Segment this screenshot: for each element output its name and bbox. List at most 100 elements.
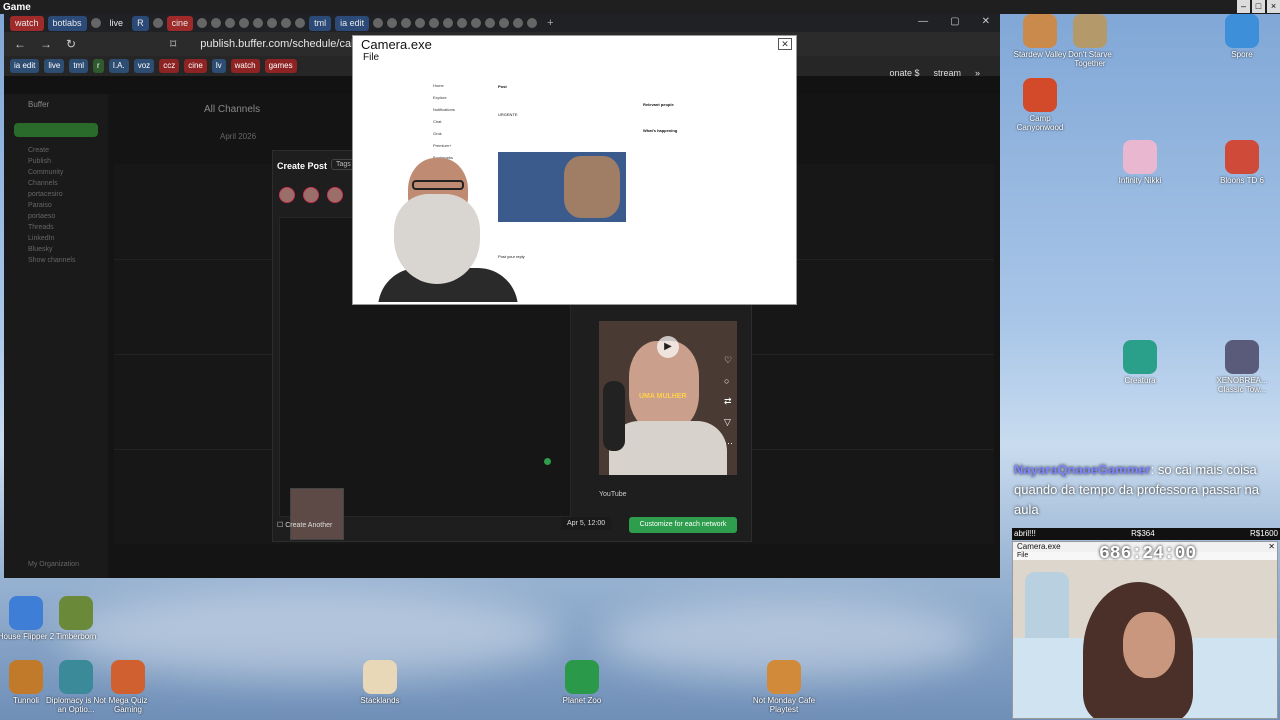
maximize-icon[interactable]: ▢	[950, 16, 959, 27]
desktop-icon[interactable]: Planet Zoo	[550, 660, 614, 705]
reload-icon[interactable]: ↻	[66, 37, 76, 51]
schedule-date-button[interactable]: Apr 5, 12:00	[561, 517, 612, 530]
tab-r[interactable]: R	[132, 15, 149, 31]
bookmark-games[interactable]: games	[264, 59, 297, 73]
close-icon[interactable]: ✕	[982, 16, 990, 27]
tab-icon[interactable]	[527, 18, 538, 28]
close-icon[interactable]: ×	[1267, 0, 1280, 13]
desktop-icon[interactable]: Spore	[1210, 14, 1274, 59]
create-another-checkbox[interactable]: ☐ Create Another	[277, 521, 332, 529]
organization-label[interactable]: My Organization	[4, 559, 103, 570]
tab-icon[interactable]	[429, 18, 440, 28]
bookmark-tml[interactable]: tml	[69, 59, 89, 73]
channel-avatar[interactable]	[303, 187, 319, 203]
channel-avatar[interactable]	[279, 187, 295, 203]
bookmark-r[interactable]: r	[93, 59, 104, 73]
minimize-icon[interactable]: –	[1237, 0, 1250, 13]
sidebar-item[interactable]: Bluesky	[4, 244, 108, 255]
tab-watch[interactable]: watch	[10, 15, 44, 31]
sidebar-item[interactable]: Show channels	[4, 255, 108, 266]
maximize-icon[interactable]: □	[1252, 0, 1265, 13]
sidebar-item[interactable]: Threads	[4, 222, 108, 233]
desktop-icon[interactable]: Don't Starve Together	[1058, 14, 1122, 68]
tab-icon[interactable]	[471, 18, 482, 28]
bookmark-cine[interactable]: cine	[184, 59, 207, 73]
brand-label: Buffer	[28, 100, 50, 109]
play-icon[interactable]: ▶	[657, 336, 679, 358]
tab-icon[interactable]	[457, 18, 468, 28]
sidebar-item[interactable]: Create	[4, 145, 108, 156]
tab-ia-edit[interactable]: ia edit	[335, 15, 370, 31]
new-tab-icon[interactable]: +	[547, 17, 553, 29]
tab-icon[interactable]	[152, 18, 163, 28]
action-rail: ♡ ○ ⇄ ▽ ⋯	[724, 355, 733, 449]
bookmark-ccz[interactable]: ccz	[159, 59, 180, 73]
desktop-icon[interactable]: Timberborn	[44, 596, 108, 641]
file-menu[interactable]: File	[353, 52, 796, 64]
desktop-icon[interactable]: Infinity Nikki	[1108, 140, 1172, 185]
back-icon[interactable]: ←	[14, 37, 26, 51]
app-icon	[1023, 78, 1057, 112]
desktop-icon[interactable]: Mega Quiz Gaming	[96, 660, 160, 714]
browser-window-controls: — ▢ ✕	[918, 16, 990, 27]
tab-icon[interactable]	[485, 18, 496, 28]
desktop-icon[interactable]: Not Monday Cafe Playtest	[752, 660, 816, 714]
tab-icon[interactable]	[401, 18, 412, 28]
close-icon[interactable]: ✕	[778, 38, 792, 50]
video-thumbnail[interactable]	[290, 488, 344, 540]
tab-icon[interactable]	[443, 18, 454, 28]
tab-icon[interactable]	[197, 18, 208, 28]
tab-botlabs[interactable]: botlabs	[47, 15, 87, 31]
bookmark-lv[interactable]: lv	[211, 59, 226, 73]
desktop-icon[interactable]: Camp Canyonwood	[1008, 78, 1072, 132]
window-controls[interactable]: – □ ×	[1235, 0, 1280, 13]
tab-tml[interactable]: tml	[309, 15, 332, 31]
channel-avatar[interactable]	[327, 187, 343, 203]
more-bookmarks-icon[interactable]: »	[975, 68, 980, 78]
tab-cine[interactable]: cine	[166, 15, 194, 31]
customize-button[interactable]: Customize for each network	[629, 517, 737, 533]
bookmark-icon[interactable]: ⌑	[170, 37, 176, 51]
close-icon[interactable]: ✕	[1268, 542, 1275, 551]
sidebar-item[interactable]: Publish	[4, 156, 108, 167]
tab-icon[interactable]	[90, 18, 101, 28]
video-preview[interactable]: ▶ UMA MULHER ♡ ○ ⇄ ▽ ⋯	[599, 321, 737, 475]
tab-icon[interactable]	[499, 18, 510, 28]
desktop-icon[interactable]: Bloons TD 6	[1210, 140, 1274, 185]
bookmark-voz[interactable]: voz	[133, 59, 155, 73]
forward-icon[interactable]: →	[40, 37, 52, 51]
tab-icon[interactable]	[253, 18, 264, 28]
tab-icon[interactable]	[415, 18, 426, 28]
tab-icon[interactable]	[211, 18, 222, 28]
bookmark-stream[interactable]: stream	[933, 68, 961, 78]
camera-feed: Home Explore Notifications Chat Grok Pre…	[358, 70, 792, 302]
new-post-button[interactable]	[14, 123, 98, 137]
tab-icon[interactable]	[387, 18, 398, 28]
tab-icon[interactable]	[281, 18, 292, 28]
desktop-icon-label: Planet Zoo	[562, 696, 602, 705]
sidebar-item[interactable]: Community	[4, 167, 108, 178]
desktop-icon[interactable]: Creatura	[1108, 340, 1172, 385]
tab-icon[interactable]	[513, 18, 524, 28]
desktop-icon[interactable]: XENOBREA... Classic Tow...	[1210, 340, 1274, 394]
sidebar-item[interactable]: Paraiso	[4, 200, 108, 211]
tab-icon[interactable]	[267, 18, 278, 28]
tab-icon[interactable]	[295, 18, 306, 28]
minimize-icon[interactable]: —	[918, 16, 928, 27]
app-icon	[1123, 340, 1157, 374]
sidebar-item[interactable]: LinkedIn	[4, 233, 108, 244]
sidebar-item[interactable]: portaeso	[4, 211, 108, 222]
tab-icon[interactable]	[239, 18, 250, 28]
create-another-label: Create Another	[285, 522, 333, 529]
tab-icon[interactable]	[373, 18, 384, 28]
bookmark-ia-edit[interactable]: ia edit	[10, 59, 40, 73]
bookmark-donate[interactable]: onate $	[889, 68, 919, 78]
sidebar-item[interactable]: Channels	[4, 178, 108, 189]
bookmark-ia[interactable]: I.A.	[108, 59, 129, 73]
tab-live[interactable]: live	[105, 16, 129, 31]
bookmark-live[interactable]: live	[44, 59, 65, 73]
desktop-icon[interactable]: Stacklands	[348, 660, 412, 705]
bookmark-watch[interactable]: watch	[230, 59, 260, 73]
tab-icon[interactable]	[225, 18, 236, 28]
sidebar-item[interactable]: portacesiro	[4, 189, 108, 200]
